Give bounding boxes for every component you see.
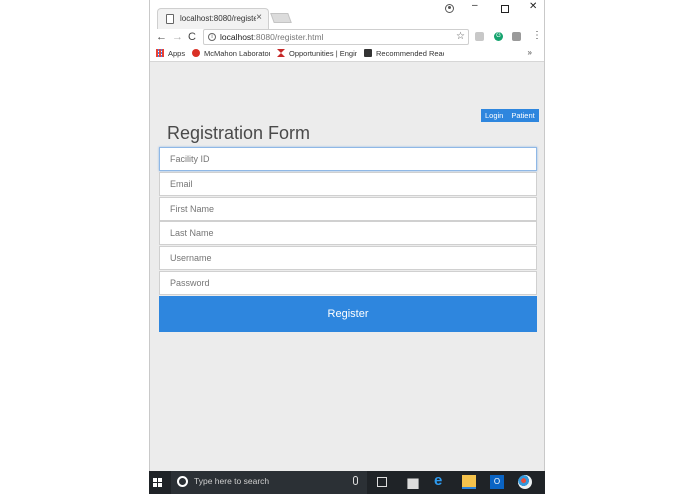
forward-icon[interactable]: →	[172, 29, 183, 46]
profile-icon[interactable]	[445, 4, 454, 13]
password-field[interactable]	[159, 271, 537, 295]
bookmark-mcmahon[interactable]: McMahon Laboratory	[192, 48, 270, 60]
window-close-icon[interactable]: ✕	[529, 1, 537, 12]
top-nav: Login Patient	[481, 109, 539, 122]
grammarly-icon[interactable]: G	[494, 32, 503, 41]
email-field[interactable]	[159, 172, 537, 196]
minimize-icon[interactable]: –	[472, 0, 478, 11]
file-explorer-icon[interactable]	[462, 475, 476, 489]
tab-strip: localhost:8080/register.ht × – ✕	[150, 0, 544, 29]
task-view-icon[interactable]	[377, 477, 387, 487]
browser-window: localhost:8080/register.ht × – ✕ ← → C i…	[149, 0, 545, 494]
cortana-icon[interactable]	[177, 476, 188, 487]
opportunities-icon	[277, 49, 285, 57]
url-host: localhost	[220, 32, 254, 42]
search-placeholder: Type here to search	[194, 476, 270, 486]
tab-close-icon[interactable]: ×	[256, 12, 262, 23]
page-title: Registration Form	[167, 123, 311, 143]
last-name-field[interactable]	[159, 221, 537, 245]
bookmark-label: Opportunities | Engin	[289, 49, 357, 58]
lab-icon	[192, 49, 200, 57]
recommended-icon	[364, 49, 372, 57]
windows-start-icon[interactable]	[153, 478, 162, 487]
chrome-menu-icon[interactable]: ⋮	[532, 30, 542, 41]
more-bookmarks-icon[interactable]: »	[528, 48, 532, 57]
first-name-field[interactable]	[159, 197, 537, 221]
microphone-icon[interactable]	[353, 476, 358, 485]
bookmark-recommended[interactable]: Recommended Readi	[364, 48, 444, 60]
facility-id-field[interactable]	[159, 147, 537, 171]
edge-icon[interactable]: e	[434, 473, 448, 489]
bookmark-label: Recommended Readi	[376, 49, 444, 58]
info-icon[interactable]: i	[208, 33, 216, 41]
paint-icon[interactable]	[518, 475, 532, 489]
extension-icon[interactable]	[512, 32, 521, 41]
tab-title: localhost:8080/register.ht	[180, 14, 256, 23]
page-icon	[166, 14, 174, 24]
bookmark-opportunities[interactable]: Opportunities | Engin	[277, 48, 357, 60]
reload-icon[interactable]: C	[188, 29, 196, 46]
browser-toolbar: ← → C i localhost:8080/register.html ☆ G…	[150, 29, 544, 46]
extension-icon[interactable]	[475, 32, 484, 41]
new-tab-button[interactable]	[270, 13, 292, 23]
windows-taskbar: Type here to search e O	[149, 471, 545, 494]
url-text: localhost:8080/register.html	[220, 32, 324, 42]
page-content: Login Patient Registration Form Register	[150, 63, 544, 471]
address-bar[interactable]: i localhost:8080/register.html ☆	[203, 29, 469, 45]
back-icon[interactable]: ←	[156, 29, 167, 46]
browser-tab[interactable]: localhost:8080/register.ht ×	[157, 8, 269, 29]
bookmark-apps[interactable]: Apps	[156, 48, 185, 60]
patient-link[interactable]: Patient	[507, 109, 538, 122]
apps-icon	[156, 49, 164, 57]
bookmarks-bar: Apps McMahon Laboratory Opportunities | …	[150, 46, 544, 62]
bookmark-label: Apps	[168, 49, 186, 58]
maximize-icon[interactable]	[501, 5, 509, 13]
store-icon[interactable]	[407, 478, 419, 489]
url-path: :8080/register.html	[253, 32, 324, 42]
register-button[interactable]: Register	[159, 296, 537, 332]
taskbar-search[interactable]: Type here to search	[171, 471, 367, 494]
bookmark-star-icon[interactable]: ☆	[456, 31, 465, 42]
outlook-icon[interactable]: O	[490, 475, 504, 489]
login-link[interactable]: Login	[481, 109, 507, 122]
bookmark-label: McMahon Laboratory	[204, 49, 270, 58]
username-field[interactable]	[159, 246, 537, 270]
